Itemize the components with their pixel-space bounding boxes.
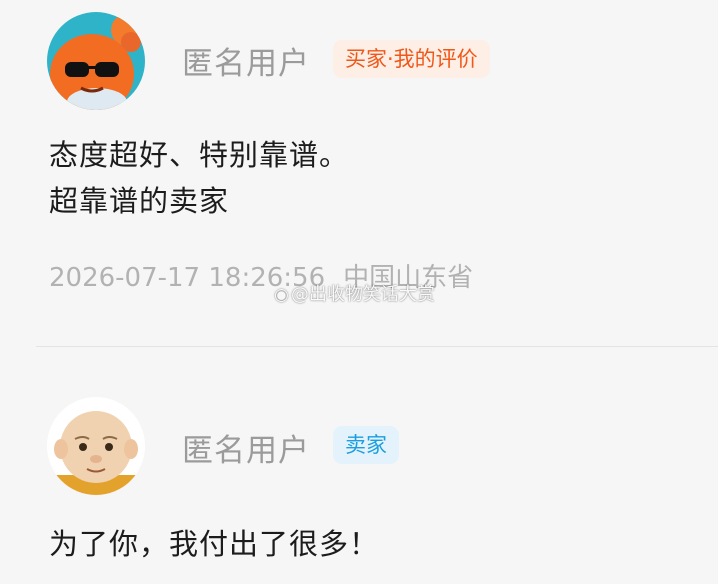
seller-badge: 卖家 <box>333 426 399 464</box>
bald-cartoon-man-avatar-icon <box>47 397 145 495</box>
divider <box>36 346 718 347</box>
weibo-icon: ◉ <box>274 285 289 305</box>
username: 匿名用户 <box>182 433 310 469</box>
buyer-my-review-badge: 买家·我的评价 <box>333 40 490 78</box>
review-content: 为了你，我付出了很多！ <box>49 521 379 567</box>
watermark: ◉ @出收物笑话大赏 <box>274 280 435 306</box>
avatar[interactable] <box>47 397 145 495</box>
review-line: 超靠谱的卖家 <box>49 184 230 218</box>
review-line: 态度超好、特别靠谱。 <box>49 138 350 172</box>
watermark-text: @出收物笑话大赏 <box>290 284 435 305</box>
review-content: 态度超好、特别靠谱。 超靠谱的卖家 <box>49 132 349 224</box>
review-line: 为了你，我付出了很多！ <box>49 527 380 561</box>
orange-crab-sunglasses-avatar-icon <box>47 12 145 110</box>
username: 匿名用户 <box>182 46 310 82</box>
avatar[interactable] <box>47 12 145 110</box>
